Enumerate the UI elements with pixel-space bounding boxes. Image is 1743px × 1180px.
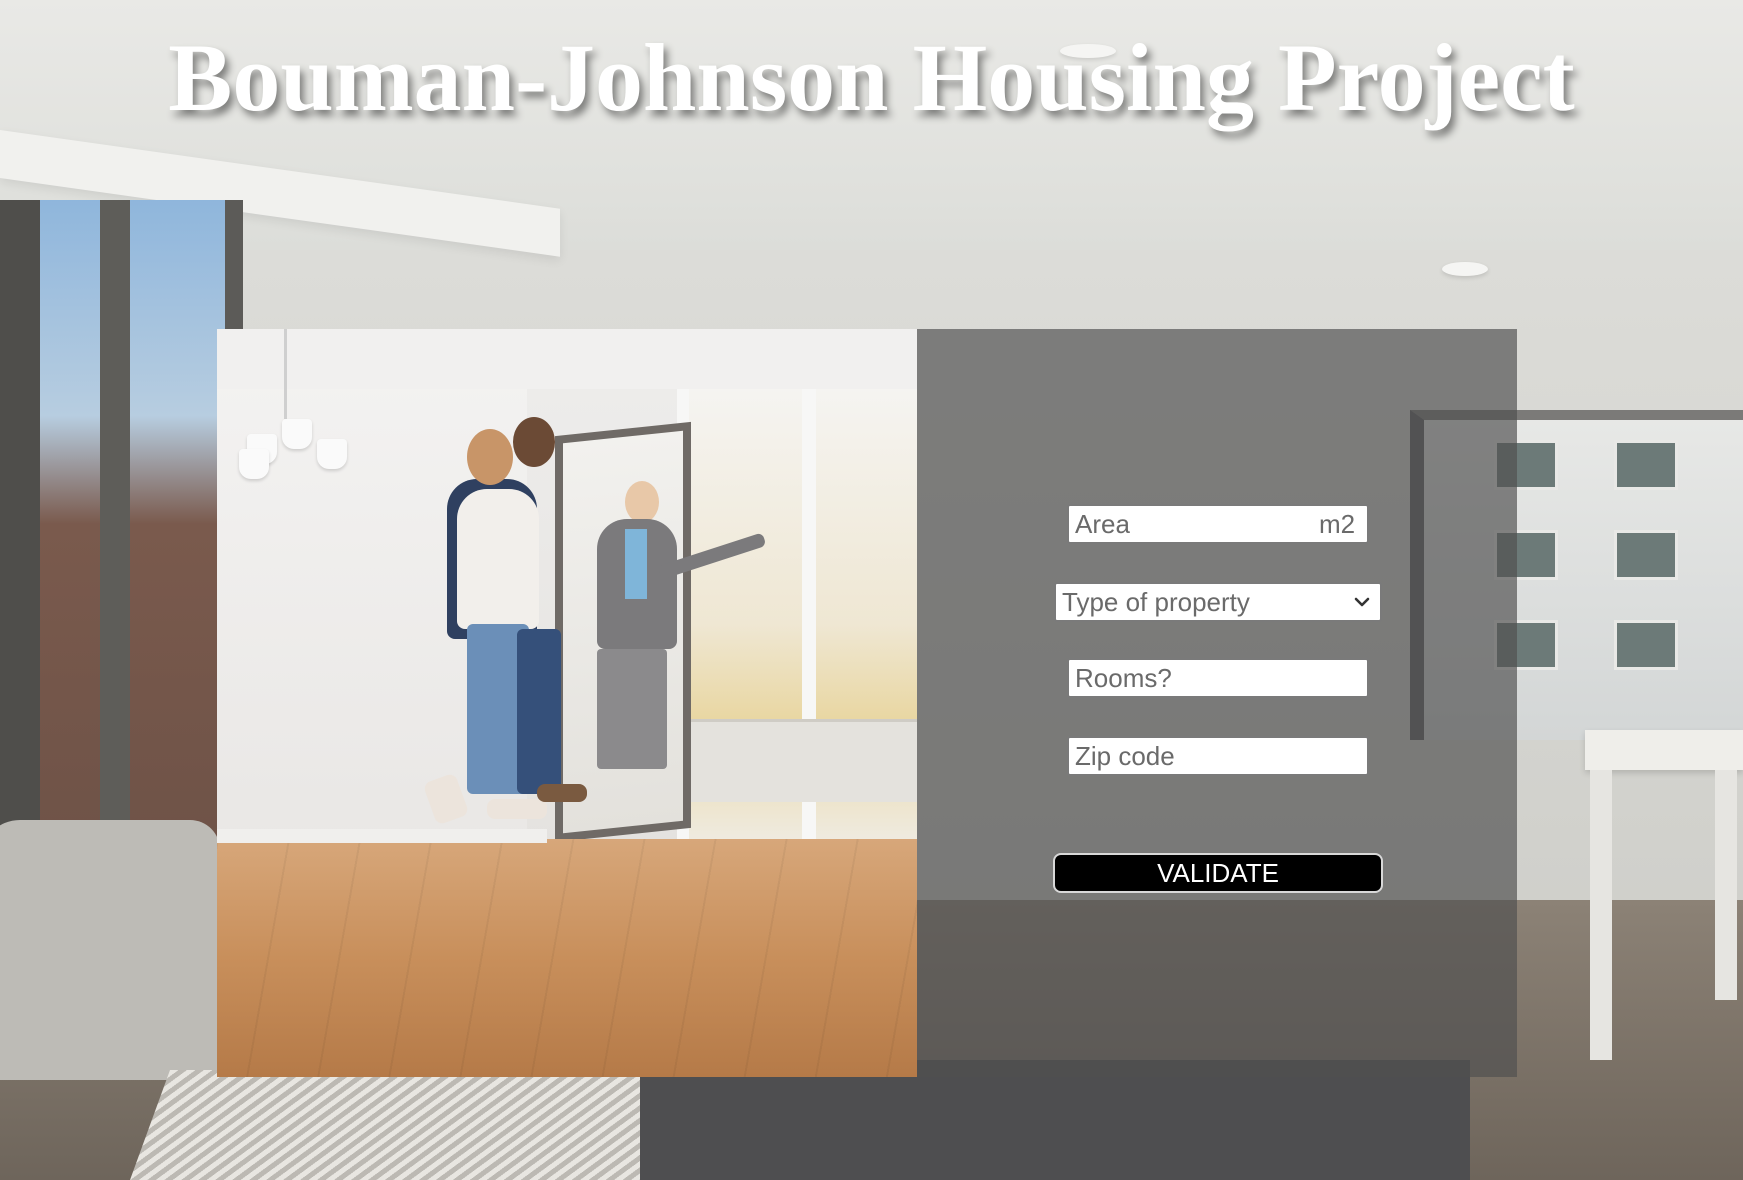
background-window-frame (100, 200, 130, 920)
background-table-leg (1590, 770, 1612, 1060)
validate-button[interactable]: VALIDATE (1053, 853, 1383, 893)
property-form-panel: m2 Type of property VALIDATE (917, 329, 1517, 1077)
background-table-leg (1715, 770, 1737, 1000)
background-sofa (640, 1060, 1470, 1180)
photo-balcony (687, 719, 917, 802)
photo-floor-grain (217, 839, 917, 1077)
zip-code-input[interactable] (1067, 736, 1369, 776)
background-table (1585, 730, 1743, 770)
building-window (1614, 530, 1678, 580)
chevron-down-icon (1354, 597, 1370, 607)
rooms-input[interactable] (1067, 658, 1369, 698)
property-type-selected-value: Type of property (1062, 587, 1250, 617)
page: Bouman-Johnson Housing Project Area m2 T… (0, 0, 1743, 1180)
apartment-showing-photo (217, 329, 917, 1077)
background-window-frame (0, 200, 40, 920)
chandelier-icon (237, 329, 347, 489)
photo-baseboard (217, 829, 547, 843)
page-title: Bouman-Johnson Housing Project (168, 24, 1575, 131)
property-type-select[interactable]: Type of property (1054, 582, 1382, 622)
area-unit-label: m2 (1319, 509, 1356, 539)
building-window (1614, 620, 1678, 670)
ceiling-light (1442, 262, 1488, 276)
building-window (1614, 440, 1678, 490)
photo-ceiling (217, 329, 917, 389)
background-chair (0, 820, 220, 1080)
